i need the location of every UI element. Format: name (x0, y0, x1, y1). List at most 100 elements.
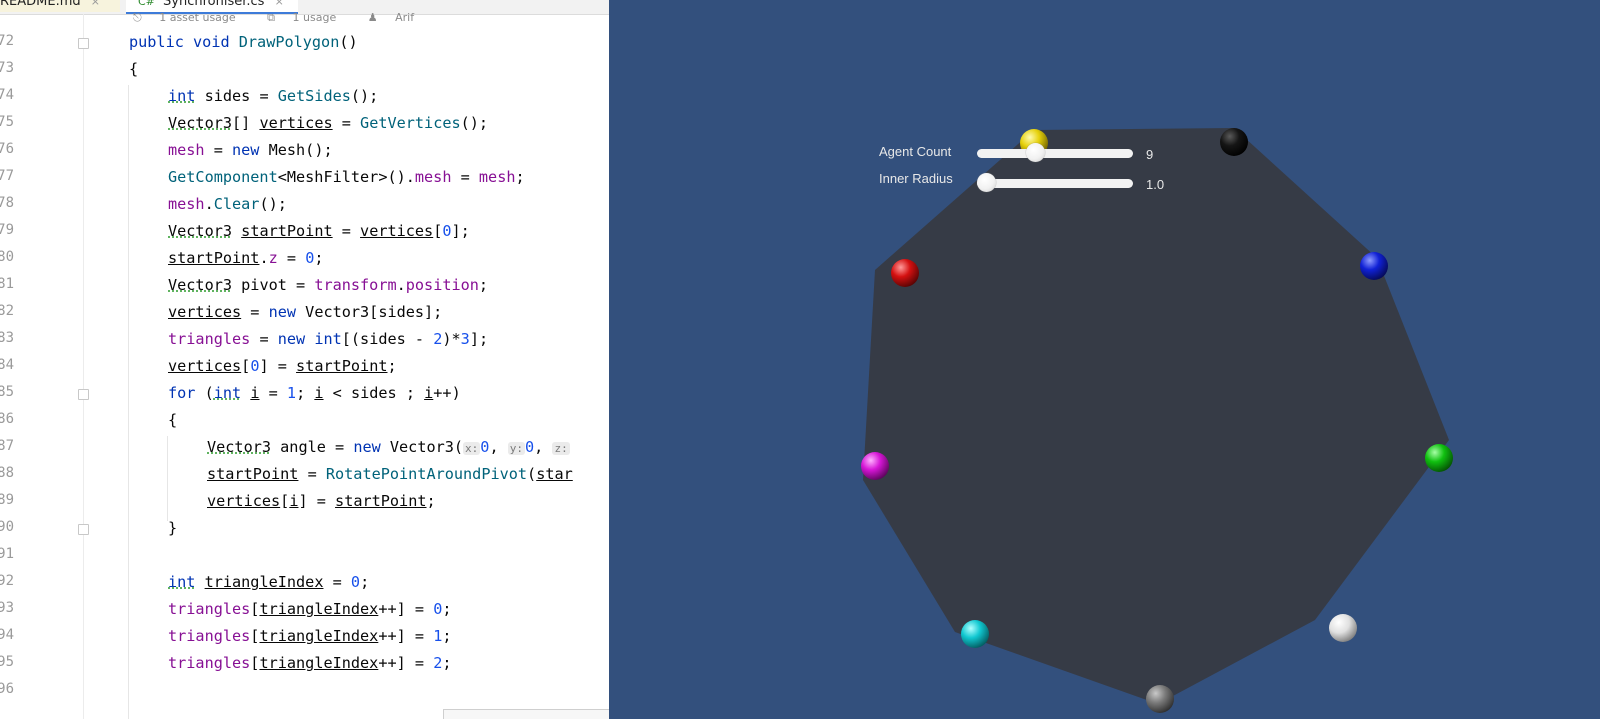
line-number: 95 (0, 654, 14, 670)
code-editor[interactable]: README.md × C# Synchroniser.cs × ⎋ 1 ass… (0, 0, 609, 719)
code-text: vertices[i] = startPoint; (207, 492, 436, 510)
close-icon[interactable]: × (275, 0, 284, 8)
fold-marker-icon[interactable] (78, 389, 89, 400)
line-number: 90 (0, 519, 14, 535)
code-line[interactable]: 88 startPoint = RotatePointAroundPivot(s… (0, 461, 609, 488)
agent-green-sphere[interactable] (1425, 444, 1453, 472)
line-number: 77 (0, 168, 14, 184)
code-vision-hints[interactable]: ⎋ 1 asset usage ⧉ 1 usage ♟ Arif (133, 11, 442, 25)
tab-readme[interactable]: README.md × (0, 0, 120, 12)
code-text: triangles[triangleIndex++] = 0; (168, 600, 452, 618)
fold-marker-icon[interactable] (78, 38, 89, 49)
code-line[interactable]: 83 triangles = new int[(sides - 2)*3]; (0, 326, 609, 353)
agent-red-sphere[interactable] (891, 259, 919, 287)
close-icon[interactable]: × (91, 0, 100, 8)
code-line[interactable]: 87 Vector3 angle = new Vector3(x: 0, y: 0,… (0, 434, 609, 461)
code-text: Vector3 pivot = transform.position; (168, 276, 489, 294)
code-text: int sides = GetSides(); (168, 87, 379, 105)
code-text: { (129, 60, 139, 78)
asset-usage-hint[interactable]: ⎋ 1 asset usage (133, 11, 250, 24)
line-number: 75 (0, 114, 14, 130)
line-number: 96 (0, 681, 14, 697)
line-number: 91 (0, 546, 14, 562)
code-text: Vector3 startPoint = vertices[0]; (168, 222, 470, 240)
inner-radius-label: Inner Radius (879, 171, 953, 186)
agent-gray-sphere[interactable] (1146, 685, 1174, 713)
line-number: 94 (0, 627, 14, 643)
code-line[interactable]: 85 for (int i = 1; i < sides ; i++) (0, 380, 609, 407)
line-number: 85 (0, 384, 14, 400)
line-number: 81 (0, 276, 14, 292)
line-number: 72 (0, 33, 14, 49)
horizontal-scrollbar[interactable] (443, 709, 609, 719)
code-line[interactable]: 78 mesh.Clear(); (0, 191, 609, 218)
agent-white-sphere[interactable] (1329, 614, 1357, 642)
code-text: Vector3[] vertices = GetVertices(); (168, 114, 489, 132)
code-line[interactable]: 79 Vector3 startPoint = vertices[0]; (0, 218, 609, 245)
code-line[interactable]: 73 { (0, 56, 609, 83)
code-line[interactable]: 84 vertices[0] = startPoint; (0, 353, 609, 380)
code-text: Vector3 angle = new Vector3(x: 0, y: 0, z: (207, 438, 570, 456)
code-line[interactable]: 96 (0, 677, 609, 704)
code-text: GetComponent<MeshFilter>().mesh = mesh; (168, 168, 525, 186)
code-line[interactable]: 95 triangles[triangleIndex++] = 2; (0, 650, 609, 677)
unity-asset-icon: ⎋ (133, 11, 142, 24)
code-line[interactable]: 94 triangles[triangleIndex++] = 1; (0, 623, 609, 650)
agent-cyan-sphere[interactable] (961, 620, 989, 648)
code-line[interactable]: 82 vertices = new Vector3[sides]; (0, 299, 609, 326)
inner-radius-slider[interactable] (977, 179, 1133, 188)
usage-icon: ⧉ (267, 11, 276, 24)
code-text: int triangleIndex = 0; (168, 573, 370, 591)
code-line[interactable]: 75 Vector3[] vertices = GetVertices(); (0, 110, 609, 137)
csharp-file-icon: C# (138, 0, 155, 8)
code-text: vertices[0] = startPoint; (168, 357, 397, 375)
line-number: 76 (0, 141, 14, 157)
author-icon: ♟ (367, 11, 378, 24)
agent-magenta-sphere[interactable] (861, 452, 889, 480)
asset-usage-text: 1 asset usage (159, 11, 236, 24)
author-hint[interactable]: ♟ Arif (368, 11, 428, 24)
line-number: 79 (0, 222, 14, 238)
code-text: } (168, 519, 178, 537)
code-line[interactable]: 90 } (0, 515, 609, 542)
agent-count-slider[interactable] (977, 149, 1133, 158)
agent-count-value: 9 (1146, 147, 1154, 162)
line-number: 74 (0, 87, 14, 103)
scene-canvas (861, 128, 1453, 713)
line-number: 73 (0, 60, 14, 76)
code-line[interactable]: 81 Vector3 pivot = transform.position; (0, 272, 609, 299)
line-number: 82 (0, 303, 14, 319)
code-line[interactable]: 76 mesh = new Mesh(); (0, 137, 609, 164)
code-text: mesh.Clear(); (168, 195, 287, 213)
line-number: 83 (0, 330, 14, 346)
game-view[interactable]: Agent Count 9 Inner Radius 1.0 (609, 0, 1600, 719)
usage-text: 1 usage (292, 11, 337, 24)
line-number: 89 (0, 492, 14, 508)
author-text: Arif (395, 11, 415, 24)
inner-radius-value: 1.0 (1146, 177, 1165, 192)
line-number: 88 (0, 465, 14, 481)
tab-synchroniser-label: Synchroniser.cs (163, 0, 265, 9)
inlay-hint-y: y: (507, 442, 525, 455)
inlay-hint-z: z: (552, 442, 570, 455)
code-text: triangles = new int[(sides - 2)*3]; (168, 330, 489, 348)
agent-black-sphere[interactable] (1220, 128, 1248, 156)
agent-blue-sphere[interactable] (1360, 252, 1388, 280)
code-line[interactable]: 77 GetComponent<MeshFilter>().mesh = mes… (0, 164, 609, 191)
inner-radius-slider-thumb[interactable] (977, 173, 996, 192)
code-line[interactable]: 72 public void DrawPolygon() (0, 29, 609, 56)
code-line[interactable]: 91 (0, 542, 609, 569)
code-line[interactable]: 89 vertices[i] = startPoint; (0, 488, 609, 515)
code-line[interactable]: 74 int sides = GetSides(); (0, 83, 609, 110)
fold-marker-icon[interactable] (78, 524, 89, 535)
usage-hint[interactable]: ⧉ 1 usage (267, 11, 350, 24)
code-text: public void DrawPolygon() (129, 33, 358, 51)
tab-readme-label: README.md (0, 0, 81, 9)
code-text: mesh = new Mesh(); (168, 141, 333, 159)
code-line[interactable]: 86 { (0, 407, 609, 434)
code-text: startPoint = RotatePointAroundPivot(star (207, 465, 573, 483)
code-line[interactable]: 93 triangles[triangleIndex++] = 0; (0, 596, 609, 623)
line-number: 87 (0, 438, 14, 454)
code-line[interactable]: 92 int triangleIndex = 0; (0, 569, 609, 596)
code-line[interactable]: 80 startPoint.z = 0; (0, 245, 609, 272)
